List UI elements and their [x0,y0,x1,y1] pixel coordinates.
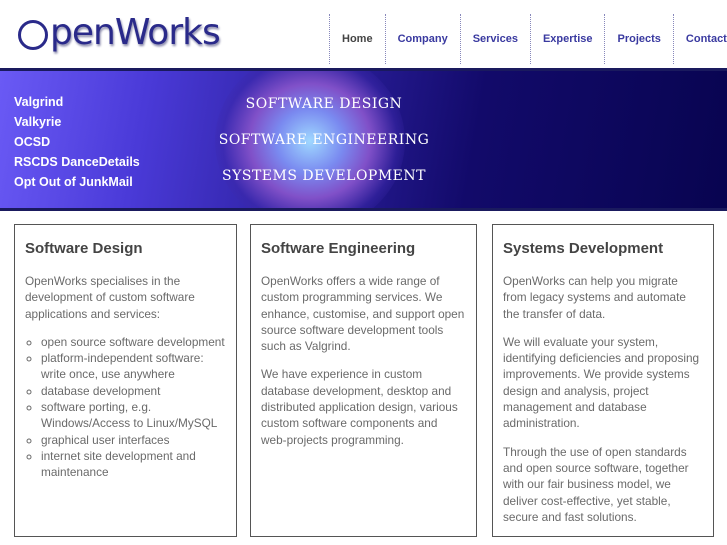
tagline: Systems Development [222,168,426,184]
tagline: Software Engineering [218,132,430,148]
list-item: software porting, e.g. Windows/Access to… [41,399,226,432]
box-text: Through the use of open standards and op… [503,444,689,524]
banner: Valgrind Valkyrie OCSD RSCDS DanceDetail… [0,68,727,211]
nav-services[interactable]: Services [459,14,530,64]
link-valkyrie[interactable]: Valkyrie [14,112,140,132]
taglines: Software Design Software Engineering Sys… [200,93,448,201]
box-text: We have experience in custom database de… [261,367,458,447]
link-rscds[interactable]: RSCDS DanceDetails [14,152,140,172]
link-ocsd[interactable]: OCSD [14,132,140,152]
nav-company[interactable]: Company [384,14,460,64]
list-item: database development [41,383,226,399]
box-software-design: Software Design OpenWorks specialises in… [14,224,237,537]
services-list: open source software development platfor… [25,334,226,481]
header: penWorks Home Company Services Expertise… [0,0,727,68]
nav-home[interactable]: Home [329,14,385,64]
box-systems-development: Systems Development OpenWorks can help y… [492,224,714,537]
nav-contact[interactable]: Contact [672,14,727,64]
box-title: Systems Development [503,240,664,257]
link-valgrind[interactable]: Valgrind [14,92,140,112]
nav-expertise[interactable]: Expertise [529,14,605,64]
logo-o-icon [18,20,48,50]
box-text: OpenWorks can help you migrate from lega… [503,274,686,321]
box-text: OpenWorks offers a wide range of custom … [261,274,465,354]
nav-projects[interactable]: Projects [604,14,672,64]
project-links: Valgrind Valkyrie OCSD RSCDS DanceDetail… [14,92,140,192]
box-text: OpenWorks specialises in the development… [25,274,195,321]
box-title: Software Engineering [261,240,416,257]
list-item: internet site development and maintenanc… [41,448,226,481]
box-text: We will evaluate your system, identifyin… [503,334,700,431]
link-junkmail[interactable]: Opt Out of JunkMail [14,172,140,192]
box-title: Software Design [25,240,143,257]
list-item: graphical user interfaces [41,432,226,448]
tagline: Software Design [245,96,403,112]
list-item: open source software development [41,334,226,350]
openworks-logo[interactable]: penWorks [18,12,221,53]
list-item: platform-independent software: write onc… [41,350,226,383]
box-software-engineering: Software Engineering OpenWorks offers a … [250,224,477,537]
main-nav: Home Company Services Expertise Projects… [329,14,727,64]
logo-text: penWorks [50,12,221,53]
